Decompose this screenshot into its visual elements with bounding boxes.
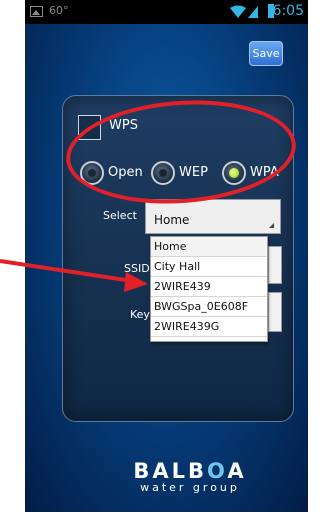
annotation-arrow [0, 259, 148, 292]
